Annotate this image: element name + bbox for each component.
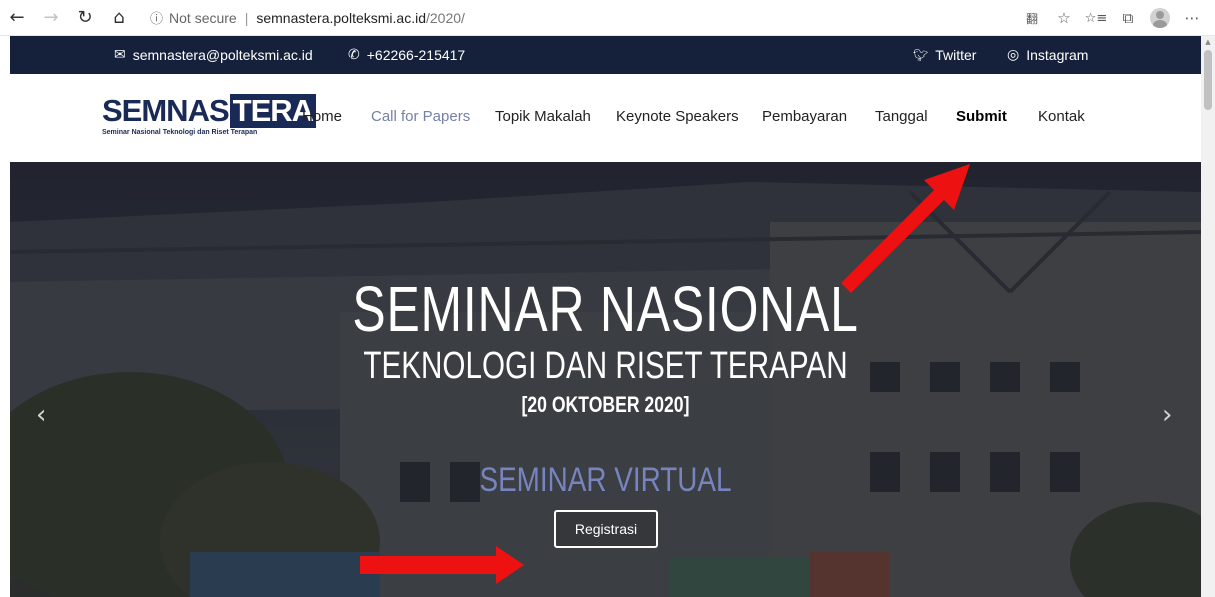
info-icon[interactable]: ⓘ <box>150 8 163 27</box>
menu-topik-makalah[interactable]: Topik Makalah <box>495 108 591 125</box>
home-icon[interactable]: ⌂ <box>102 3 136 33</box>
email-link[interactable]: ✉ semnastera@polteksmi.ac.id <box>114 36 313 74</box>
url-path: /2020/ <box>426 9 465 26</box>
instagram-label: Instagram <box>1026 47 1089 63</box>
menu-home[interactable]: Home <box>302 108 342 125</box>
forward-icon[interactable]: → <box>34 3 68 33</box>
menu-kontak[interactable]: Kontak <box>1038 108 1085 125</box>
hero-slider: ‹ › SEMINAR NASIONAL TEKNOLOGI DAN RISET… <box>10 162 1201 597</box>
page-scrollbar[interactable]: ▲ <box>1201 36 1215 597</box>
menu-submit[interactable]: Submit <box>956 108 1007 125</box>
refresh-icon[interactable]: ↻ <box>68 3 102 33</box>
email-text: semnastera@polteksmi.ac.id <box>132 47 313 63</box>
twitter-label: Twitter <box>935 47 977 63</box>
page-viewport: ✉ semnastera@polteksmi.ac.id ✆ +62266-21… <box>0 36 1201 597</box>
logo-subtitle: Seminar Nasional Teknologi dan Riset Ter… <box>102 129 258 136</box>
logo-wordmark: SEMNAS TERA <box>102 93 317 128</box>
menu-tanggal[interactable]: Tanggal <box>875 108 928 125</box>
twitter-icon: 🐦︎ <box>913 48 929 62</box>
site-logo[interactable]: SEMNAS TERA Seminar Nasional Teknologi da… <box>102 93 317 144</box>
browser-tools: 翻 ☆ ☆≡ ⧉ ⋯ <box>1015 0 1215 36</box>
twitter-link[interactable]: 🐦︎ Twitter <box>913 36 976 74</box>
back-icon[interactable]: ← <box>0 3 34 33</box>
instagram-icon: ◎ <box>1007 47 1020 63</box>
menu-call-for-papers[interactable]: Call for Papers <box>371 108 470 125</box>
favorites-icon[interactable]: ☆≡ <box>1081 3 1111 33</box>
annotation-arrows <box>360 164 970 584</box>
url-host: semnastera.polteksmi.ac.id <box>256 9 426 26</box>
logo-text-a: SEMNAS <box>102 93 230 128</box>
annotation-arrow-submit <box>841 164 970 293</box>
address-bar[interactable]: ⓘ Not secure | semnastera.polteksmi.ac.i… <box>150 4 465 32</box>
contact-topbar: ✉ semnastera@polteksmi.ac.id ✆ +62266-21… <box>10 36 1201 74</box>
security-label: Not secure <box>169 9 237 26</box>
email-icon: ✉ <box>114 47 126 63</box>
scroll-up-icon[interactable]: ▲ <box>1201 36 1215 48</box>
more-icon[interactable]: ⋯ <box>1177 3 1207 33</box>
collections-icon[interactable]: ⧉ <box>1113 3 1143 33</box>
menu-keynote-speakers[interactable]: Keynote Speakers <box>616 108 739 125</box>
scroll-thumb[interactable] <box>1204 50 1212 110</box>
profile-avatar[interactable] <box>1145 3 1175 33</box>
menu-pembayaran[interactable]: Pembayaran <box>762 108 847 125</box>
browser-toolbar: ← → ↻ ⌂ ⓘ Not secure | semnastera.poltek… <box>0 0 1215 36</box>
site-header: SEMNAS TERA Seminar Nasional Teknologi da… <box>10 74 1201 162</box>
avatar-icon <box>1150 8 1170 28</box>
phone-text: +62266-215417 <box>366 47 466 63</box>
translate-icon[interactable]: 翻 <box>1017 3 1047 33</box>
address-separator: | <box>244 9 249 26</box>
phone-icon: ✆ <box>348 47 360 63</box>
phone-link[interactable]: ✆ +62266-215417 <box>348 36 465 74</box>
instagram-link[interactable]: ◎ Instagram <box>1007 36 1088 74</box>
annotation-arrow-registrasi <box>360 546 524 584</box>
star-icon[interactable]: ☆ <box>1049 3 1079 33</box>
